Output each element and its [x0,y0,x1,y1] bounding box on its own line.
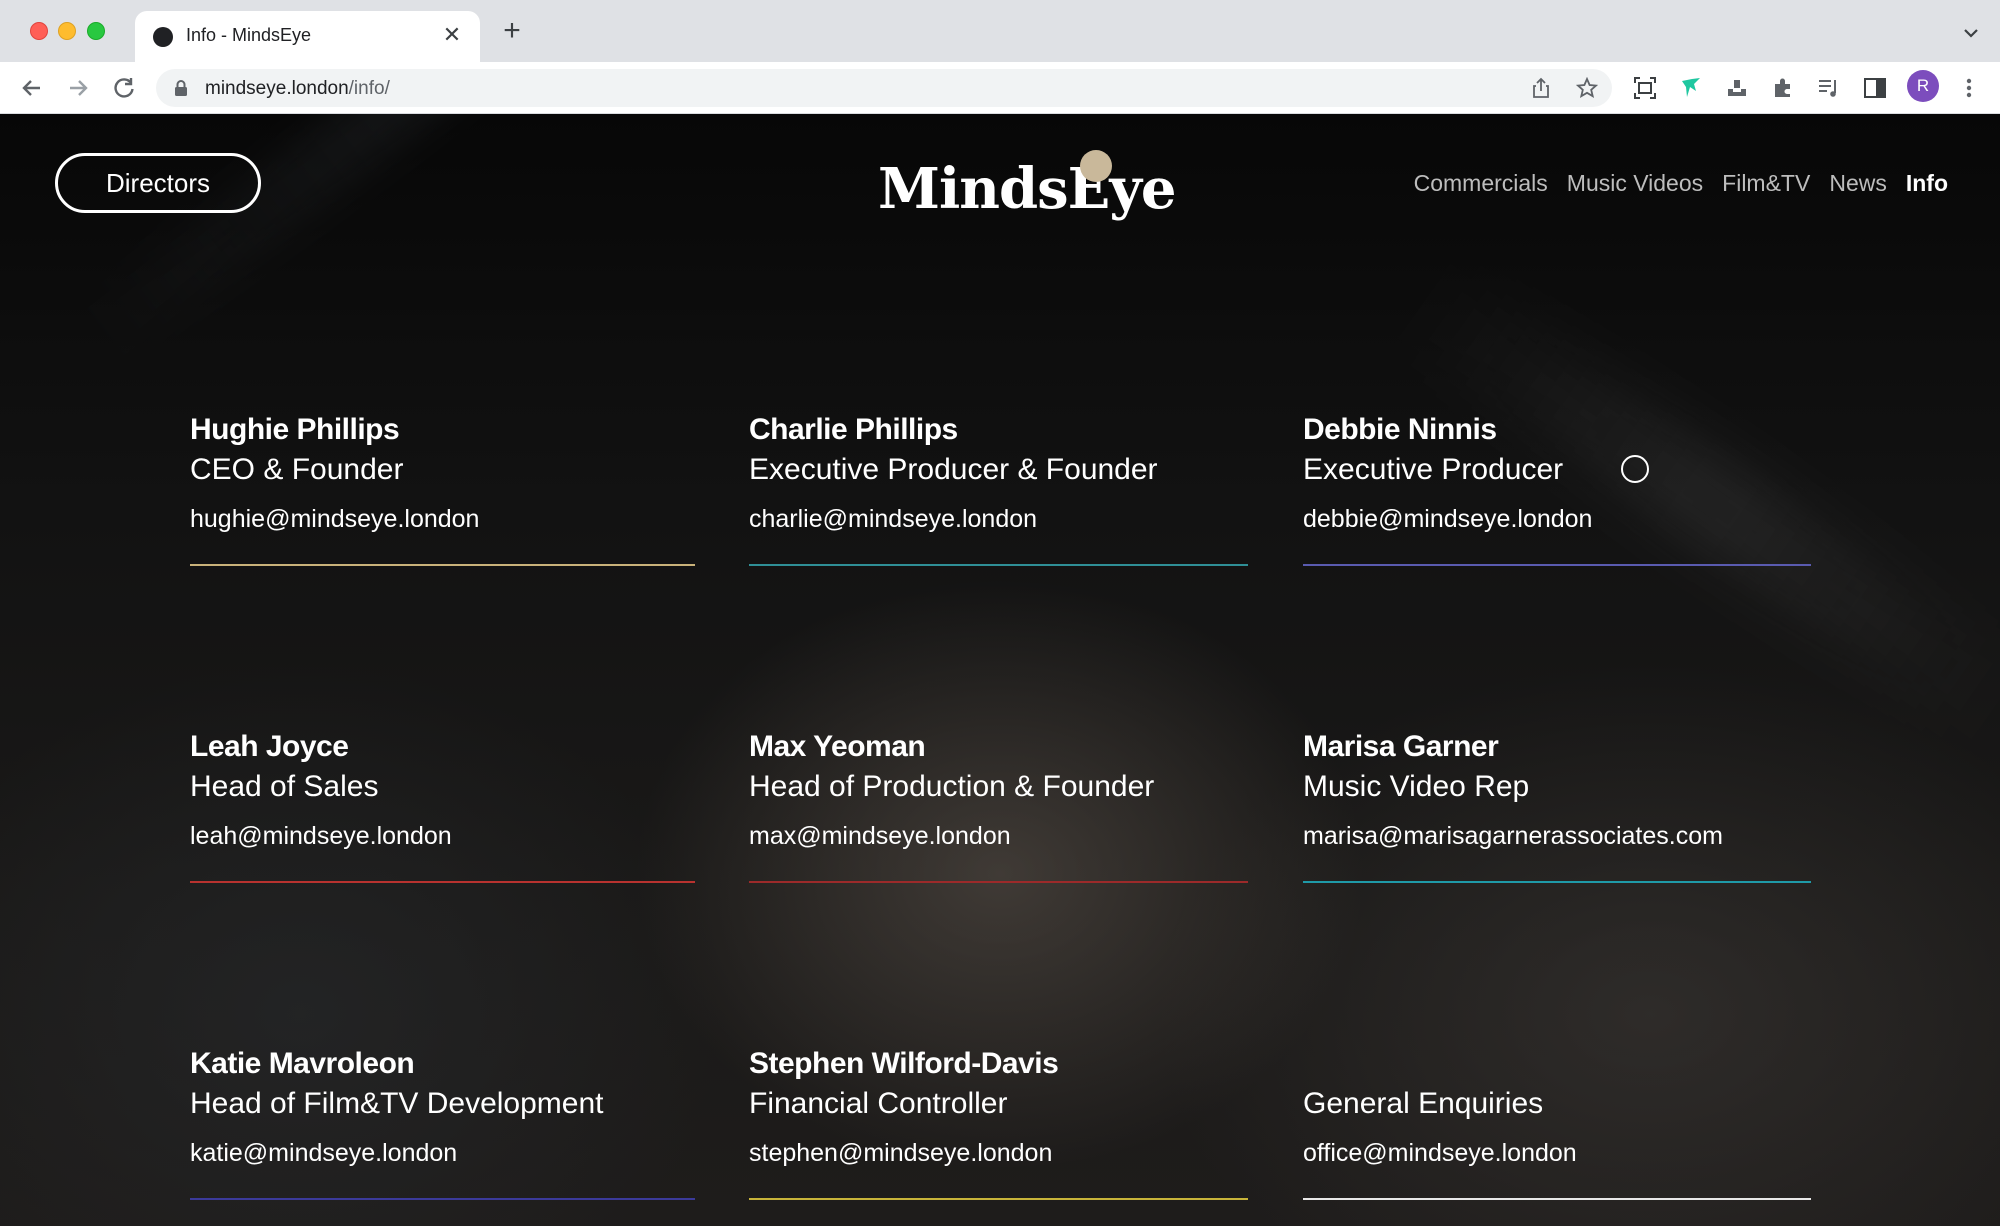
close-window-button[interactable] [30,22,48,40]
contact-divider [1303,881,1811,883]
contact-email-link[interactable]: office@mindseye.london [1303,1139,1577,1168]
contact-email-link[interactable]: max@mindseye.london [749,822,1011,851]
bird-extension-icon[interactable] [1678,75,1704,101]
contact-email-link[interactable]: marisa@marisagarnerassociates.com [1303,822,1723,851]
contact-role: Financial Controller [749,1087,1008,1120]
contact-role: Head of Production & Founder [749,770,1155,803]
contact-name: Marisa Garner [1303,730,1499,763]
maximize-window-button[interactable] [87,22,105,40]
reload-icon[interactable] [110,74,138,102]
contact-role: Head of Sales [190,770,379,803]
contact-divider [749,881,1248,883]
browser-tab-active[interactable]: Info - MindsEye ✕ [135,11,480,62]
contact-role: Executive Producer [1303,453,1564,486]
nav-link-film-tv[interactable]: Film&TV [1722,170,1810,197]
contact-name: Debbie Ninnis [1303,413,1497,446]
contact-role: Head of Film&TV Development [190,1087,604,1120]
nav-link-music-videos[interactable]: Music Videos [1567,170,1703,197]
contact-email-link[interactable]: hughie@mindseye.london [190,505,479,534]
background-photo-highlight [1398,264,2000,740]
chevron-down-icon[interactable] [1960,22,1982,44]
side-panel-icon[interactable] [1862,75,1888,101]
contact-name: Katie Mavroleon [190,1047,415,1080]
media-queue-icon[interactable] [1816,75,1842,101]
page-content: Directors MindsEye Commercials Music Vid… [0,114,2000,1226]
contact-role: CEO & Founder [190,453,404,486]
contact-divider [1303,564,1811,566]
contact-divider [190,881,695,883]
contact-name: Hughie Phillips [190,413,400,446]
logo-wordmark: MindsEye [878,156,1177,222]
contact-divider [190,564,695,566]
custom-cursor-icon [1621,455,1649,483]
share-icon[interactable] [1530,77,1552,99]
download-tray-icon[interactable] [1724,75,1750,101]
contact-name: Stephen Wilford-Davis [749,1047,1059,1080]
contact-email-link[interactable]: leah@mindseye.london [190,822,452,851]
more-vert-icon[interactable] [1956,75,1982,101]
contact-email-link[interactable]: charlie@mindseye.london [749,505,1037,534]
contact-name: Max Yeoman [749,730,926,763]
directors-button[interactable]: Directors [55,153,261,213]
forward-arrow-icon[interactable] [64,74,92,102]
contact-role: Executive Producer & Founder [749,453,1158,486]
contact-email-link[interactable]: debbie@mindseye.london [1303,505,1592,534]
back-arrow-icon[interactable] [18,74,46,102]
address-bar[interactable]: mindseye.london/info/ [156,69,1612,107]
screenshot-icon[interactable] [1632,75,1658,101]
contact-divider [749,564,1248,566]
contact-divider [190,1198,695,1200]
nav-link-commercials[interactable]: Commercials [1414,170,1548,197]
contact-role: General Enquiries [1303,1087,1544,1120]
url-text: mindseye.london/info/ [205,78,390,99]
contact-name: Leah Joyce [190,730,349,763]
browser-chrome: Info - MindsEye ✕ + mindseye.london/info… [0,0,2000,114]
lock-icon[interactable] [174,80,188,96]
contact-email-link[interactable]: katie@mindseye.london [190,1139,457,1168]
favicon-icon [153,27,173,47]
new-tab-icon[interactable]: + [498,16,526,46]
background-photo [80,114,984,362]
profile-avatar[interactable]: R [1907,70,1939,102]
tab-title: Info - MindsEye [186,25,312,45]
tab-strip: Info - MindsEye ✕ + [0,0,2000,62]
contact-role: Music Video Rep [1303,770,1530,803]
site-logo[interactable]: MindsEye [878,150,1177,230]
contact-divider [1303,1198,1811,1200]
extensions-puzzle-icon[interactable] [1770,75,1796,101]
main-nav: Commercials Music Videos Film&TV News In… [1414,170,1948,197]
browser-toolbar: mindseye.london/info/ R [0,62,2000,114]
bookmark-star-icon[interactable] [1576,77,1598,99]
tab-close-icon[interactable]: ✕ [438,21,466,49]
logo-dot-icon [1080,150,1112,182]
contact-divider [749,1198,1248,1200]
nav-link-news[interactable]: News [1829,170,1887,197]
contact-name: Charlie Phillips [749,413,958,446]
minimize-window-button[interactable] [58,22,76,40]
nav-link-info[interactable]: Info [1906,170,1948,197]
contact-email-link[interactable]: stephen@mindseye.london [749,1139,1052,1168]
